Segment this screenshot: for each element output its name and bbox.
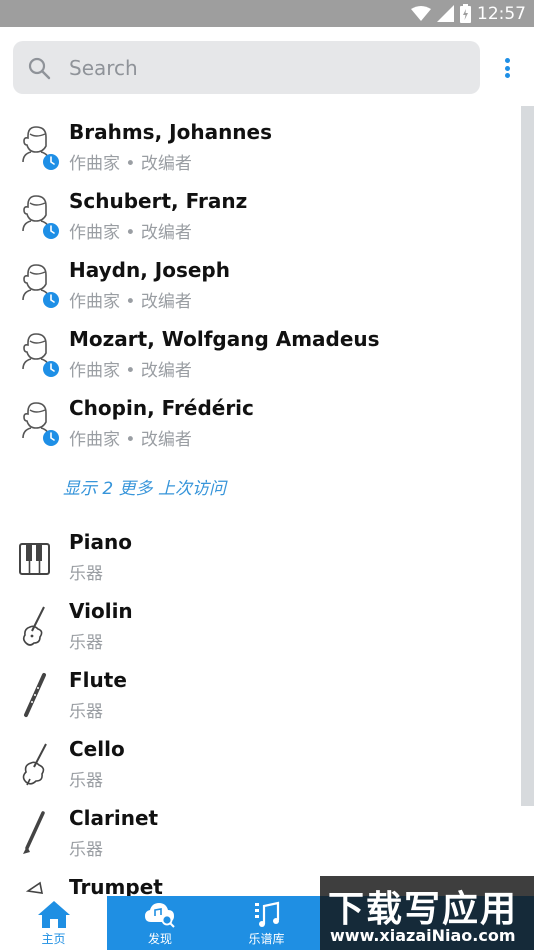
list-item-instrument[interactable]: Flute 乐器	[0, 664, 515, 733]
show-more-link[interactable]: 显示 2 更多 上次访问	[63, 474, 226, 499]
composer-role: 作曲家 • 改编者	[69, 430, 192, 450]
watermark-overlay: 下载写应用 www.xiazaiNiao.com	[320, 876, 534, 950]
search-input[interactable]: Search	[13, 41, 480, 94]
clarinet-icon	[23, 811, 45, 854]
composer-role: 作曲家 • 改编者	[69, 292, 192, 312]
list-item-instrument[interactable]: Piano 乐器	[0, 526, 515, 595]
instrument-name: Violin	[69, 599, 133, 623]
battery-icon	[460, 4, 471, 23]
list-item-composer[interactable]: Mozart, Wolfgang Amadeus 作曲家 • 改编者	[0, 323, 515, 392]
list-item-composer[interactable]: Brahms, Johannes 作曲家 • 改编者	[0, 116, 515, 185]
list-item-instrument[interactable]: Clarinet 乐器	[0, 802, 515, 871]
composer-name: Mozart, Wolfgang Amadeus	[69, 327, 380, 351]
composer-role: 作曲家 • 改编者	[69, 154, 192, 174]
instrument-name: Cello	[69, 737, 125, 761]
nav-library-label: 乐谱库	[248, 932, 285, 946]
scrollbar[interactable]	[521, 106, 534, 806]
list-item-composer[interactable]: Schubert, Franz 作曲家 • 改编者	[0, 185, 515, 254]
composer-name: Haydn, Joseph	[69, 258, 230, 282]
violin-icon	[22, 606, 45, 646]
list-item-composer[interactable]: Haydn, Joseph 作曲家 • 改编者	[0, 254, 515, 323]
composer-recent-icon	[22, 402, 59, 446]
nav-library[interactable]: 乐谱库	[213, 896, 320, 950]
instrument-role: 乐器	[69, 564, 103, 584]
wifi-icon	[411, 5, 431, 21]
composer-role: 作曲家 • 改编者	[69, 223, 192, 243]
cloud-search-icon	[145, 903, 175, 928]
composer-name: Chopin, Frédéric	[69, 396, 254, 420]
piano-icon	[19, 543, 50, 575]
signal-icon	[437, 5, 454, 22]
composer-recent-icon	[22, 264, 59, 308]
nav-discover[interactable]: 发现	[107, 896, 213, 950]
composer-role: 作曲家 • 改编者	[69, 361, 192, 381]
nav-home-label: 主页	[41, 932, 66, 946]
nav-home[interactable]: 主页	[0, 896, 107, 950]
composer-name: Brahms, Johannes	[69, 120, 273, 144]
search-icon	[28, 57, 51, 79]
watermark-url: www.xiazaiNiao.com	[330, 926, 516, 945]
instrument-role: 乐器	[69, 633, 103, 653]
flute-icon	[24, 673, 46, 717]
composer-name: Schubert, Franz	[69, 189, 248, 213]
instrument-name: Flute	[69, 668, 127, 692]
more-menu-icon[interactable]	[498, 56, 516, 80]
instrument-role: 乐器	[69, 702, 103, 722]
clock: 12:57	[477, 3, 526, 24]
composer-recent-icon	[22, 126, 59, 170]
instrument-role: 乐器	[69, 840, 103, 860]
home-icon	[37, 901, 70, 928]
status-bar: 12:57	[0, 0, 534, 27]
cello-icon	[22, 743, 47, 786]
list-item-composer[interactable]: Chopin, Frédéric 作曲家 • 改编者	[0, 392, 515, 461]
list-item-instrument[interactable]: Cello 乐器	[0, 733, 515, 802]
instrument-role: 乐器	[69, 771, 103, 791]
watermark-title: 下载写应用	[328, 889, 519, 930]
instrument-name: Piano	[69, 530, 132, 554]
instrument-name: Clarinet	[69, 806, 159, 830]
nav-discover-label: 发现	[147, 932, 172, 946]
composer-recent-icon	[22, 195, 59, 239]
music-library-icon	[254, 901, 279, 927]
list-item-instrument[interactable]: Violin 乐器	[0, 595, 515, 664]
composer-recent-icon	[22, 333, 59, 377]
search-placeholder: Search	[69, 55, 138, 80]
